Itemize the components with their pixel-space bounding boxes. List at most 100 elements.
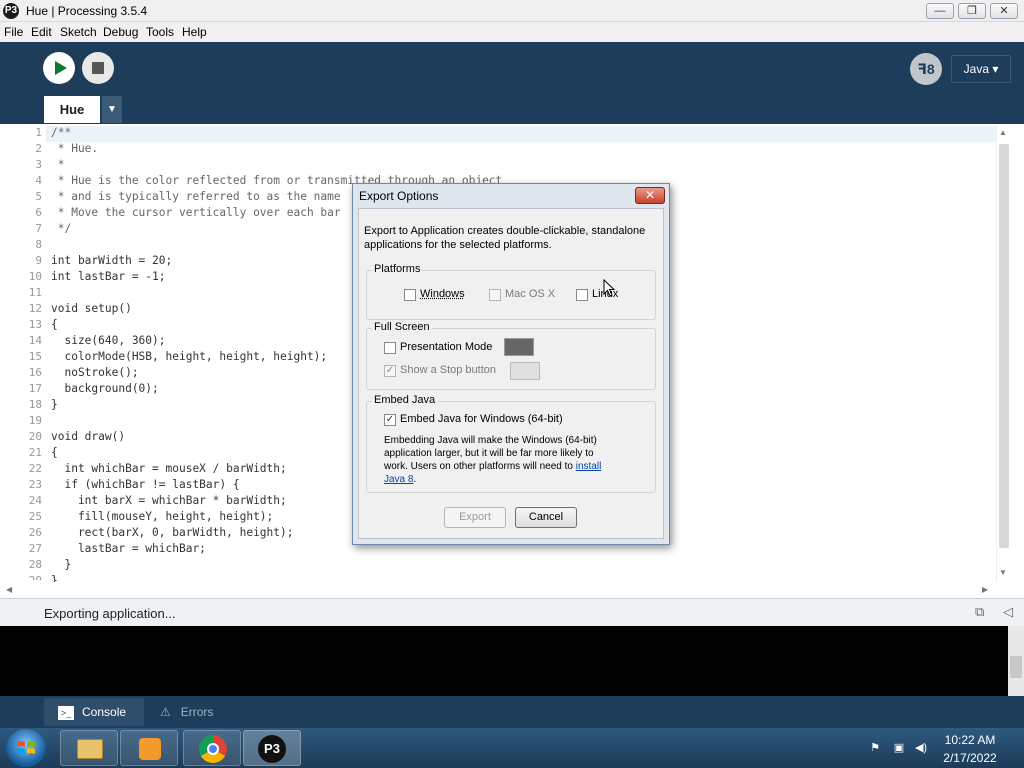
code-line: size(640, 360); [51, 334, 166, 347]
code-line: * Hue. [51, 142, 99, 155]
stop-button[interactable] [82, 52, 114, 84]
platforms-label: Platforms [372, 263, 423, 275]
close-window-button[interactable]: ✕ [990, 3, 1018, 19]
code-line: int barX = whichBar * barWidth; [51, 494, 287, 507]
editor-horizontal-scrollbar[interactable] [0, 582, 1024, 598]
tray-time[interactable]: 10:22 AM [930, 733, 1010, 747]
code-line: { [51, 318, 58, 331]
media-player-icon [139, 738, 161, 760]
embed-java-description-end: . [413, 474, 417, 485]
code-line: */ [51, 222, 72, 235]
console-scrollbar-thumb[interactable] [1010, 656, 1022, 678]
stop-icon [92, 62, 104, 74]
code-line: if (whichBar != lastBar) { [51, 478, 240, 491]
debugger-icon[interactable]: ꟻ8 [910, 53, 942, 85]
scroll-down-arrow-icon[interactable]: ▼ [999, 568, 1007, 577]
tray-date[interactable]: 2/17/2022 [930, 751, 1010, 765]
menu-edit[interactable]: Edit [31, 25, 52, 39]
processing-icon: P3 [258, 735, 286, 763]
code-line: noStroke(); [51, 366, 139, 379]
toolbar [0, 42, 1024, 124]
tab-console[interactable]: >_ Console [44, 698, 144, 726]
stop-button-checkbox[interactable]: ✓ [384, 365, 396, 377]
code-line: } [51, 398, 58, 411]
taskbar-media-player[interactable] [120, 730, 178, 766]
embed-java-description: Embedding Java will make the Windows (64… [384, 434, 610, 486]
run-button[interactable] [43, 52, 75, 84]
folder-icon [77, 739, 103, 759]
code-line: void setup() [51, 302, 132, 315]
code-line: background(0); [51, 382, 159, 395]
embed-java-description-text: Embedding Java will make the Windows (64… [384, 435, 597, 472]
macosx-checkbox[interactable] [489, 289, 501, 301]
tray-flag-icon[interactable]: ⚑ [868, 741, 882, 755]
code-line: /** [51, 126, 72, 139]
mouse-cursor-icon [603, 279, 616, 297]
code-line: int whichBar = mouseX / barWidth; [51, 462, 287, 475]
dialog-close-button[interactable]: ✕ [635, 187, 665, 204]
code-line: * Move the cursor vertically over each b… [51, 206, 341, 219]
scroll-right-arrow-icon[interactable]: ▶ [982, 585, 988, 594]
chrome-icon [199, 735, 227, 763]
mode-selector[interactable]: Java ▾ [951, 55, 1011, 83]
presentation-color-swatch[interactable] [504, 338, 534, 356]
dialog-title: Export Options [359, 189, 439, 203]
code-line: void draw() [51, 430, 126, 443]
fullscreen-label: Full Screen [372, 321, 432, 333]
macosx-label[interactable]: Mac OS X [505, 288, 555, 300]
menu-file[interactable]: File [4, 25, 23, 39]
status-message: Exporting application... [44, 606, 176, 621]
tab-errors-label: Errors [180, 705, 214, 719]
code-line: * and is typically referred to as the na… [51, 190, 341, 203]
collapse-arrow-icon[interactable]: ◁ [1003, 604, 1013, 620]
code-line: { [51, 446, 58, 459]
tab-console-label: Console [82, 705, 127, 719]
presentation-mode-label[interactable]: Presentation Mode [400, 341, 492, 353]
code-line: } [51, 574, 58, 582]
warning-icon: ⚠ [160, 705, 171, 719]
tray-volume-icon[interactable]: ◀) [914, 741, 928, 755]
presentation-mode-checkbox[interactable] [384, 342, 396, 354]
cancel-button[interactable]: Cancel [515, 507, 577, 528]
editor-scrollbar-thumb[interactable] [999, 144, 1009, 548]
windows-checkbox[interactable] [404, 289, 416, 301]
console-output[interactable] [0, 626, 1024, 696]
window-title: Hue | Processing 3.5.4 [26, 4, 148, 18]
code-line: lastBar = whichBar; [51, 542, 206, 555]
menu-tools[interactable]: Tools [146, 25, 174, 39]
code-line: int lastBar = -1; [51, 270, 166, 283]
tab-menu-button[interactable]: ▼ [102, 96, 122, 123]
export-button[interactable]: Export [444, 507, 506, 528]
scroll-up-arrow-icon[interactable]: ▲ [999, 128, 1007, 137]
dialog-intro-text: Export to Application creates double-cli… [364, 225, 646, 251]
console-icon: >_ [58, 705, 74, 720]
maximize-button[interactable]: ❐ [958, 3, 986, 19]
embed-java-checkbox-label[interactable]: Embed Java for Windows (64-bit) [400, 413, 563, 425]
code-line: * [51, 158, 65, 171]
taskbar-chrome[interactable] [183, 730, 241, 766]
windows-label[interactable]: Windows [420, 288, 465, 300]
code-line: rect(barX, 0, barWidth, height); [51, 526, 294, 539]
copy-icon[interactable]: ⧉ [975, 604, 984, 620]
code-line: int barWidth = 20; [51, 254, 173, 267]
linux-checkbox[interactable] [576, 289, 588, 301]
processing-app-icon: P3 [3, 3, 19, 19]
tab-hue[interactable]: Hue [44, 96, 100, 123]
menu-debug[interactable]: Debug [103, 25, 138, 39]
menu-sketch[interactable]: Sketch [60, 25, 97, 39]
embed-java-checkbox[interactable]: ✓ [384, 414, 396, 426]
windows-logo-icon [17, 741, 35, 754]
code-line: } [51, 558, 72, 571]
taskbar-file-explorer[interactable] [60, 730, 118, 766]
stop-button-color-swatch[interactable] [510, 362, 540, 380]
tab-errors[interactable]: ⚠ Errors [150, 698, 236, 726]
embed-java-label: Embed Java [372, 394, 438, 406]
minimize-button[interactable]: — [926, 3, 954, 19]
code-line: fill(mouseY, height, height); [51, 510, 274, 523]
tray-network-icon[interactable]: ▣ [892, 741, 906, 755]
menu-help[interactable]: Help [182, 25, 207, 39]
code-line: colorMode(HSB, height, height, height); [51, 350, 328, 363]
stop-button-label[interactable]: Show a Stop button [400, 364, 496, 376]
taskbar-processing[interactable]: P3 [243, 730, 301, 766]
scroll-left-arrow-icon[interactable]: ◀ [6, 585, 12, 594]
